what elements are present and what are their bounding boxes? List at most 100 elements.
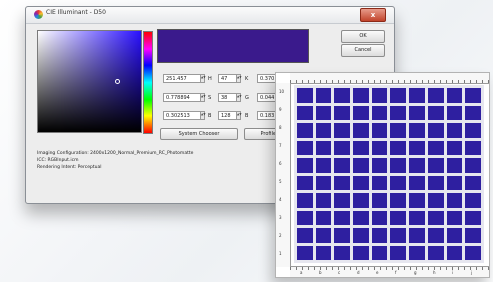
color-patch — [371, 210, 388, 225]
brightness-value-field[interactable]: 0.302513 — [163, 111, 201, 120]
column-ruler-label: i — [452, 270, 454, 275]
color-patch — [334, 88, 351, 103]
color-patch — [446, 228, 463, 243]
color-patch — [353, 228, 369, 243]
color-patch — [315, 88, 332, 103]
blue-label: B — [245, 113, 249, 119]
color-patch — [390, 105, 407, 120]
hue-value-field[interactable]: 251.457 — [163, 74, 201, 83]
green-value-field[interactable]: 38 — [218, 93, 237, 102]
color-patch — [427, 123, 444, 138]
blue-value-field[interactable]: 128 — [218, 111, 237, 120]
row-ruler-label: 3 — [279, 215, 282, 220]
color-patch — [315, 158, 332, 173]
color-patch — [409, 88, 425, 103]
column-ruler-label: d — [357, 270, 360, 275]
color-patch — [446, 140, 463, 155]
color-patch — [390, 175, 407, 190]
color-patch — [297, 140, 313, 155]
color-patch — [334, 210, 351, 225]
color-patch — [353, 105, 369, 120]
column-ruler-label: g — [414, 270, 417, 275]
rendering-intent-text: Rendering Intent: Perceptual — [37, 165, 102, 170]
window-title: CIE Illuminant - D50 — [46, 9, 106, 16]
color-patch — [446, 123, 463, 138]
blue-spinner[interactable]: ▲▼ — [236, 111, 242, 120]
color-patch — [390, 88, 407, 103]
color-patch — [465, 210, 481, 225]
color-patch — [409, 175, 425, 190]
brightness-spinner[interactable]: ▲▼ — [200, 111, 206, 120]
system-chooser-button[interactable]: System Chooser — [160, 128, 238, 140]
column-ruler-label: b — [319, 270, 322, 275]
saturation-spinner[interactable]: ▲▼ — [200, 93, 206, 102]
color-patch — [465, 175, 481, 190]
title-bar[interactable]: CIE Illuminant - D50 x — [26, 7, 394, 24]
color-wheel-icon — [34, 10, 43, 19]
cancel-button[interactable]: Cancel — [341, 44, 385, 57]
saturation-value-field[interactable]: 0.778894 — [163, 93, 201, 102]
color-patch — [297, 175, 313, 190]
color-patch — [446, 245, 463, 260]
color-patch — [297, 228, 313, 243]
column-ruler-label: c — [338, 270, 341, 275]
color-patch — [315, 228, 332, 243]
color-patch — [427, 193, 444, 208]
row-ruler-label: 7 — [279, 143, 282, 148]
color-patch — [371, 158, 388, 173]
color-patch — [465, 105, 481, 120]
row-ruler-label: 5 — [279, 179, 282, 184]
color-patch — [465, 123, 481, 138]
color-patch — [409, 245, 425, 260]
color-patch — [353, 123, 369, 138]
red-value-field[interactable]: 47 — [218, 74, 237, 83]
red-spinner[interactable]: ▲▼ — [236, 74, 242, 83]
color-patch — [446, 210, 463, 225]
color-patch — [427, 228, 444, 243]
imaging-configuration-text: Imaging Configuration: 2400x1200_Normal_… — [37, 151, 194, 156]
color-patch — [390, 228, 407, 243]
color-patch — [334, 158, 351, 173]
color-patch — [409, 210, 425, 225]
saturation-brightness-field[interactable] — [37, 30, 142, 133]
color-picker-handle[interactable] — [115, 79, 120, 84]
color-patch — [334, 123, 351, 138]
color-patch — [390, 140, 407, 155]
color-patch — [446, 88, 463, 103]
color-patch-grid — [294, 85, 484, 263]
color-patch — [390, 245, 407, 260]
green-spinner[interactable]: ▲▼ — [236, 93, 242, 102]
color-patch — [297, 193, 313, 208]
color-patch — [427, 88, 444, 103]
color-patch — [409, 158, 425, 173]
ok-button[interactable]: OK — [341, 30, 385, 43]
color-patch — [297, 105, 313, 120]
row-ruler-label: 1 — [279, 251, 282, 256]
color-patch — [371, 175, 388, 190]
color-patch — [353, 88, 369, 103]
hue-slider[interactable] — [143, 31, 153, 134]
color-patch — [409, 123, 425, 138]
icc-profile-text: ICC: RGBInput.icm — [37, 158, 79, 163]
close-button[interactable]: x — [360, 8, 386, 22]
column-ruler-label: a — [300, 270, 303, 275]
red-label: K — [245, 76, 249, 82]
column-ruler-label: e — [376, 270, 379, 275]
top-ruler — [290, 73, 489, 84]
bottom-ruler: a b c d e f g h i j — [290, 266, 489, 277]
row-ruler-label: 4 — [279, 197, 282, 202]
color-target-chart-window: 10 9 8 7 6 5 4 3 2 1 a b c d e f g h i j — [275, 72, 490, 278]
hue-spinner[interactable]: ▲▼ — [200, 74, 206, 83]
color-patch — [297, 245, 313, 260]
color-patch — [334, 105, 351, 120]
color-patch — [315, 193, 332, 208]
color-patch — [465, 228, 481, 243]
color-patch — [371, 88, 388, 103]
color-patch — [465, 245, 481, 260]
color-patch — [446, 105, 463, 120]
color-patch — [427, 210, 444, 225]
color-patch — [353, 193, 369, 208]
row-ruler-label: 9 — [279, 107, 282, 112]
color-patch — [465, 88, 481, 103]
color-patch — [390, 193, 407, 208]
